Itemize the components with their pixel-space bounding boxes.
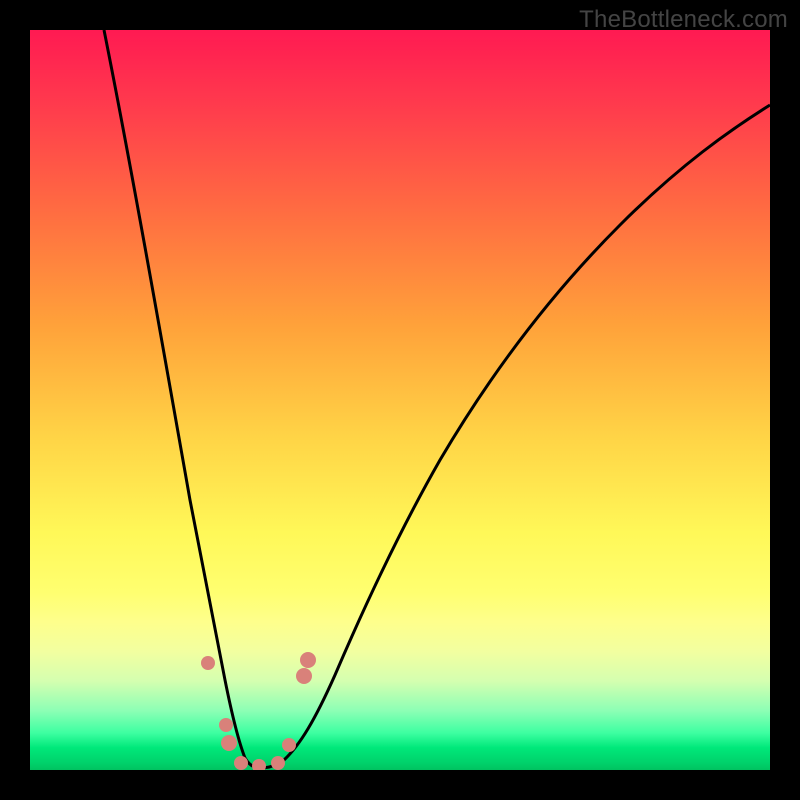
marker-group (201, 652, 316, 770)
curve-marker (201, 656, 215, 670)
plot-area (30, 30, 770, 770)
bottleneck-curve (104, 30, 770, 768)
curve-marker (234, 756, 248, 770)
chart-frame: TheBottleneck.com (0, 0, 800, 800)
bottleneck-curve-svg (30, 30, 770, 770)
curve-marker (221, 735, 237, 751)
curve-marker (271, 756, 285, 770)
attribution-text: TheBottleneck.com (579, 6, 788, 34)
curve-marker (252, 759, 266, 770)
curve-marker (300, 652, 316, 668)
curve-marker (282, 738, 296, 752)
curve-marker (296, 668, 312, 684)
curve-marker (219, 718, 233, 732)
